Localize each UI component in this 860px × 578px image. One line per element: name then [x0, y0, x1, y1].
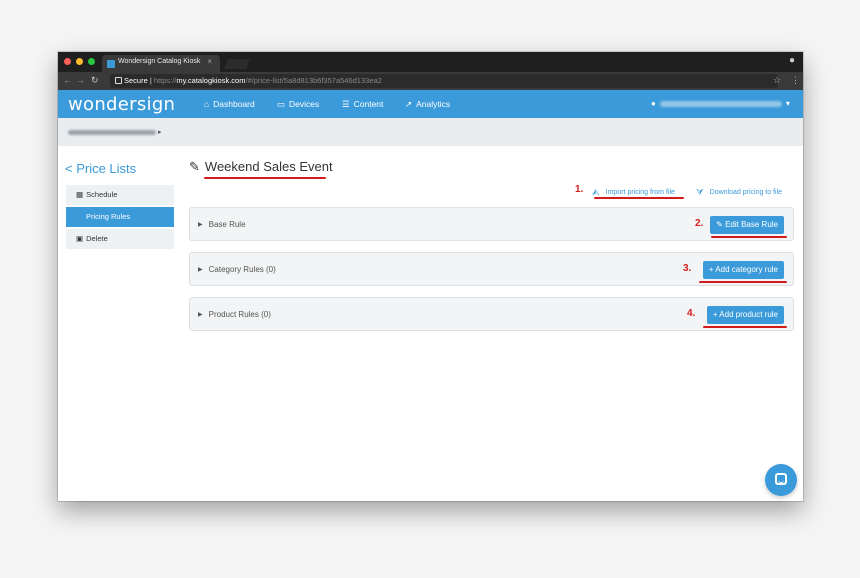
nav-content-label: Content [353, 99, 384, 109]
nav-dashboard-label: Dashboard [213, 99, 255, 109]
annotation-2: 2. [695, 218, 704, 229]
download-pricing-link[interactable]: ⮛ Download pricing to file [696, 187, 782, 198]
page-title-text: Weekend Sales Event [204, 159, 333, 174]
breadcrumb[interactable]: ▸ [68, 128, 161, 136]
tab-title: Wondersign Catalog Kiosk [118, 58, 201, 65]
browser-window: Wondersign Catalog Kiosk × ● ← → ↻ Secur… [58, 52, 803, 501]
incognito-icon: ● [788, 55, 795, 66]
list-icon: ☰ [342, 99, 350, 109]
back-arrow-icon[interactable]: ← [63, 75, 72, 85]
breadcrumb-blurred [68, 129, 156, 135]
tab-close-icon[interactable]: × [207, 57, 212, 66]
app-logo[interactable]: wondersign [68, 94, 175, 115]
product-rules-label: ▶ Product Rules (0) [198, 310, 271, 319]
forward-arrow-icon[interactable]: → [76, 75, 85, 85]
breadcrumb-caret-icon: ▸ [157, 129, 162, 136]
nav-devices-label: Devices [289, 99, 320, 109]
browser-titlebar: Wondersign Catalog Kiosk × ● [58, 52, 803, 72]
address-bar: ← → ↻ Secure | https://my.catalogkiosk.c… [58, 72, 803, 90]
sidebar-item-delete-label: Delete [86, 234, 108, 243]
category-rules-text: Category Rules (0) [208, 265, 276, 274]
chat-icon [775, 473, 787, 485]
user-menu[interactable]: ● ▾ [651, 99, 790, 108]
url-path: /#/price-list/5a8d813b6f357a546d133ea2 [245, 76, 382, 85]
secure-label: Secure [124, 76, 148, 85]
add-product-rule-button[interactable]: + Add product rule [706, 306, 784, 324]
close-window-button[interactable] [64, 58, 71, 65]
edit-base-rule-button[interactable]: ✎ Edit Base Rule [710, 216, 784, 234]
maximize-window-button[interactable] [88, 58, 95, 65]
user-icon: ● [651, 99, 656, 108]
chat-launcher-button[interactable] [765, 464, 797, 496]
url-field[interactable]: Secure | https://my.catalogkiosk.com/#/p… [110, 74, 778, 88]
minimize-window-button[interactable] [76, 58, 83, 65]
nav-dashboard[interactable]: ⌂ Dashboard [204, 99, 255, 109]
annotation-1: 1. [575, 184, 584, 195]
annotation-4: 4. [687, 308, 696, 319]
download-pricing-label: Download pricing to file [709, 189, 783, 196]
line-chart-icon: ↗ [405, 99, 413, 109]
annotation-3: 3. [683, 263, 692, 274]
caret-right-icon: ▶ [198, 222, 203, 228]
upload-icon: ⮙ [592, 187, 600, 197]
download-icon: ⮛ [696, 187, 704, 197]
import-pricing-label: Import pricing from file [605, 189, 675, 196]
url-scheme: https:// [153, 76, 177, 85]
nav-devices[interactable]: ▭ Devices [277, 99, 319, 110]
url-text: Secure | https://my.catalogkiosk.com/#/p… [124, 76, 382, 85]
reload-icon[interactable]: ↻ [91, 75, 99, 86]
base-rule-label: ▶ Base Rule [198, 220, 246, 229]
product-rules-text: Product Rules (0) [208, 310, 271, 319]
sidebar-item-schedule[interactable]: ▦ Schedule [66, 185, 174, 205]
sidebar-item-schedule-label: Schedule [86, 190, 118, 199]
add-category-rule-button[interactable]: + Add category rule [702, 261, 784, 279]
import-underline-annotation [594, 197, 684, 199]
back-to-price-lists-link[interactable]: < Price Lists [65, 161, 136, 176]
title-underline-annotation [204, 177, 326, 179]
nav-analytics-label: Analytics [416, 99, 451, 109]
browser-menu-icon[interactable]: ⋮ [791, 75, 800, 86]
home-icon: ⌂ [204, 99, 210, 109]
new-tab-button[interactable] [224, 59, 250, 69]
nav-analytics[interactable]: ↗ Analytics [405, 99, 450, 110]
pencil-icon[interactable]: ✎ [189, 159, 200, 174]
browser-tab[interactable]: Wondersign Catalog Kiosk × [102, 55, 220, 72]
breadcrumb-bar: ▸ [58, 118, 803, 146]
category-rules-label: ▶ Category Rules (0) [198, 265, 276, 274]
caret-right-icon: ▶ [198, 312, 203, 318]
url-host: my.catalogkiosk.com [176, 76, 246, 85]
caret-right-icon: ▶ [198, 267, 203, 273]
sidebar-item-pricing-rules-label: Pricing Rules [86, 212, 131, 221]
trash-icon: ▣ [76, 234, 84, 243]
edit-base-underline-annotation [711, 236, 787, 238]
add-product-underline-annotation [703, 326, 787, 328]
favicon-icon [107, 60, 115, 68]
bookmark-star-icon[interactable]: ☆ [773, 75, 781, 86]
add-category-underline-annotation [699, 281, 787, 283]
user-email-blurred [659, 100, 782, 107]
sidebar-item-pricing-rules[interactable]: Pricing Rules [66, 207, 174, 227]
caret-down-icon: ▾ [785, 99, 790, 108]
app-navbar: wondersign ⌂ Dashboard ▭ Devices ☰ Content … [58, 90, 803, 118]
lock-icon [115, 77, 122, 84]
calendar-icon: ▦ [76, 190, 84, 199]
nav-content[interactable]: ☰ Content [342, 99, 383, 110]
sidebar-item-delete[interactable]: ▣ Delete [66, 229, 174, 249]
base-rule-text: Base Rule [208, 220, 246, 229]
page-title: ✎ Weekend Sales Event [189, 159, 333, 175]
monitor-icon: ▭ [277, 99, 286, 109]
